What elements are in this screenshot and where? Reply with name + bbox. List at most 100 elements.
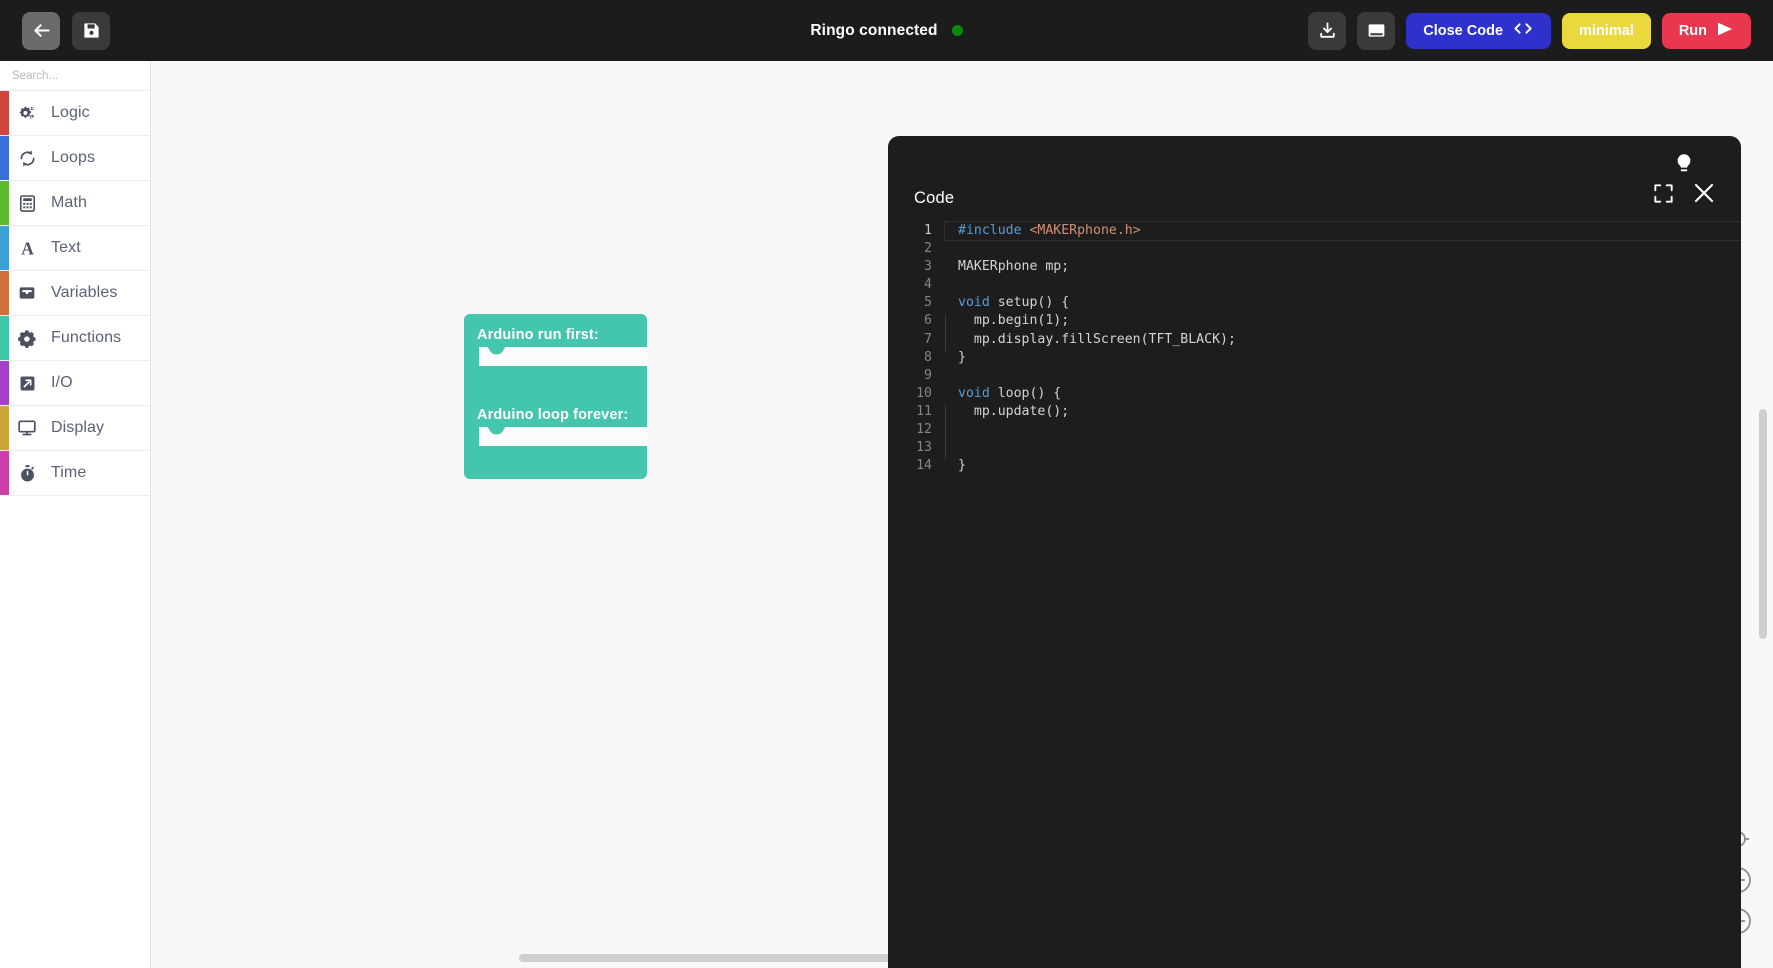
minimal-label: minimal: [1579, 22, 1634, 39]
download-button[interactable]: [1308, 11, 1347, 50]
line-number-gutter: 1 2 3 4 5 6 7 8 9 10 11 12 13 14: [888, 222, 944, 475]
sidebar-item-label: Math: [51, 194, 87, 211]
category-accent-bar: [0, 406, 9, 450]
code-token: MAKERphone mp;: [958, 259, 1070, 275]
category-accent-bar: [0, 271, 9, 315]
sidebar-item-math[interactable]: Math: [0, 181, 150, 226]
arrow-left-icon: [31, 20, 52, 41]
search-input[interactable]: [12, 69, 166, 82]
line-number: 3: [924, 259, 932, 275]
line-number: 6: [924, 313, 932, 329]
save-button[interactable]: [72, 11, 110, 50]
letter-a-icon: A: [16, 239, 38, 258]
code-token: mp.display.fillScreen(TFT_BLACK);: [958, 331, 1236, 347]
serial-monitor-icon: [1366, 20, 1387, 41]
fullscreen-icon[interactable]: [1654, 184, 1673, 208]
workspace-horizontal-scrollbar[interactable]: [519, 954, 934, 962]
sidebar-item-variables[interactable]: Variables: [0, 271, 150, 316]
code-line[interactable]: }: [958, 349, 1741, 367]
app-root: Ringo connected Close Code minimal Run S…: [0, 0, 1773, 968]
minimal-button[interactable]: minimal: [1562, 12, 1651, 49]
top-toolbar: Ringo connected Close Code minimal Run: [0, 0, 1773, 61]
code-line[interactable]: mp.begin(1);: [958, 312, 1741, 330]
close-code-button[interactable]: Close Code: [1406, 12, 1552, 49]
code-line[interactable]: MAKERphone mp;: [958, 258, 1741, 276]
gear-icon: [16, 329, 38, 348]
arduino-root-block[interactable]: Arduino run first: Arduino loop forever:: [464, 314, 647, 479]
sidebar-item-logic[interactable]: Logic: [0, 91, 150, 136]
run-button[interactable]: Run: [1661, 12, 1751, 49]
sidebar-item-label: Logic: [51, 104, 90, 121]
sidebar-item-text[interactable]: A Text: [0, 226, 150, 271]
stopwatch-icon: [16, 464, 38, 483]
loop-refresh-icon: [16, 149, 38, 168]
code-brackets-icon: [1512, 21, 1534, 40]
category-accent-bar: [0, 361, 9, 405]
code-editor-scrollbar[interactable]: [1727, 220, 1741, 968]
sidebar-item-io[interactable]: I/O: [0, 361, 150, 406]
sidebar-item-label: Text: [51, 239, 81, 256]
monitor-icon: [16, 418, 38, 438]
arduino-block-shape: [464, 314, 647, 479]
lightbulb-icon[interactable]: [1675, 153, 1693, 182]
run-first-slot[interactable]: [479, 347, 647, 366]
workspace-vertical-scrollbar[interactable]: [1759, 409, 1767, 639]
sidebar-item-loops[interactable]: Loops: [0, 136, 150, 181]
gears-icon: [16, 104, 38, 123]
close-x-icon[interactable]: [1693, 182, 1715, 209]
toolbar-right-group: Close Code minimal Run: [1308, 11, 1751, 50]
run-label: Run: [1678, 22, 1707, 39]
code-line[interactable]: }: [958, 457, 1741, 475]
code-token: void: [958, 385, 990, 401]
connection-status-dot: [951, 25, 963, 36]
calculator-icon: [16, 194, 38, 213]
line-number: 10: [916, 385, 932, 401]
connection-label: Ringo connected: [810, 21, 938, 39]
code-line[interactable]: #include <MAKERphone.h>: [944, 220, 1741, 242]
back-button[interactable]: [22, 11, 60, 50]
category-accent-bar: [0, 316, 9, 360]
code-line[interactable]: [958, 439, 1741, 457]
editor-inner: 1 2 3 4 5 6 7 8 9 10 11 12 13 14 #include <MAKERphone…: [888, 220, 1741, 475]
loop-forever-slot[interactable]: [479, 427, 647, 446]
download-icon: [1318, 21, 1337, 40]
code-line[interactable]: mp.display.fillScreen(TFT_BLACK);: [958, 331, 1741, 349]
code-line[interactable]: [958, 367, 1741, 385]
sidebar-item-time[interactable]: Time: [0, 451, 150, 496]
code-content[interactable]: #include <MAKERphone.h> MAKERphone mp; v…: [944, 220, 1741, 475]
code-line[interactable]: [958, 276, 1741, 294]
code-line[interactable]: void loop() {: [958, 385, 1741, 403]
serial-monitor-button[interactable]: [1357, 11, 1396, 50]
code-token: setup() {: [989, 295, 1070, 311]
sidebar-item-label: Time: [51, 464, 87, 481]
code-token: mp.update();: [958, 403, 1070, 419]
code-panel-header: Code: [888, 136, 1741, 220]
line-number: 2: [924, 241, 932, 257]
code-line[interactable]: void setup() {: [958, 294, 1741, 312]
line-number: 4: [924, 277, 932, 293]
svg-text:A: A: [21, 239, 34, 258]
code-editor[interactable]: 1 2 3 4 5 6 7 8 9 10 11 12 13 14 #include <MAKERphone…: [888, 220, 1741, 968]
main-body: Logic Loops: [0, 61, 1773, 968]
indent-guide: [945, 405, 946, 460]
sidebar-item-display[interactable]: Display: [0, 406, 150, 451]
line-number: 13: [916, 440, 932, 456]
search-row: [0, 61, 186, 91]
code-token: }: [958, 349, 966, 365]
code-token: <MAKERphone.h>: [1029, 223, 1141, 238]
line-number: 14: [916, 458, 932, 474]
play-icon: [1716, 21, 1734, 41]
code-line[interactable]: mp.update();: [958, 403, 1741, 421]
code-token: loop() {: [989, 385, 1062, 401]
sidebar-item-functions[interactable]: Functions: [0, 316, 150, 361]
line-number: 5: [924, 295, 932, 311]
sidebar-item-label: Display: [51, 419, 105, 436]
category-accent-bar: [0, 91, 9, 135]
category-list: Logic Loops Math A Text Variables Functi…: [0, 91, 150, 496]
sidebar-item-label: I/O: [51, 374, 73, 391]
indent-guide: [945, 314, 946, 351]
code-token: #include: [958, 223, 1022, 238]
code-line[interactable]: [958, 421, 1741, 439]
inbox-icon: [16, 283, 38, 303]
code-line[interactable]: [958, 240, 1741, 258]
